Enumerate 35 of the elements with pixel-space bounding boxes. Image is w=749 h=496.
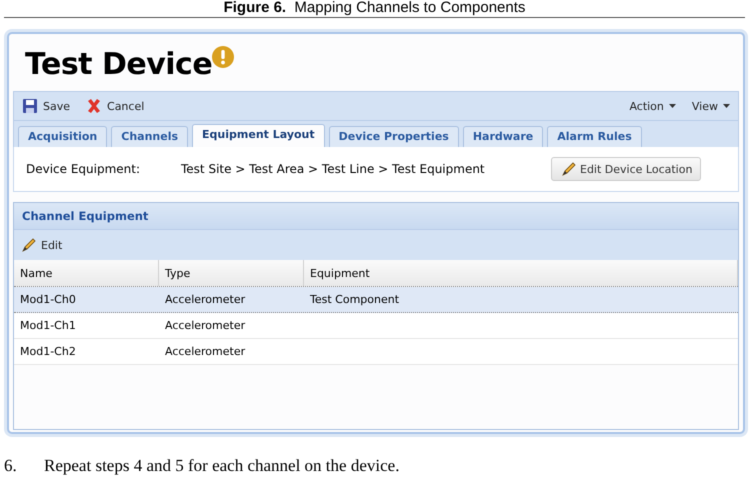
menu-button[interactable]: View [690, 98, 732, 114]
table-cell: Mod1-Ch1 [20, 319, 76, 332]
tab[interactable]: Acquisition [18, 126, 108, 147]
step-text: Repeat steps 4 and 5 for each channel on the device. [44, 456, 400, 476]
column-header[interactable]: Name [14, 260, 159, 286]
table-row[interactable]: Mod1-Ch0 Accelerometer Test Component [14, 287, 738, 313]
tab[interactable]: Equipment Layout [192, 124, 325, 147]
table-cell: Accelerometer [165, 345, 246, 358]
caret-icon [668, 104, 676, 108]
table-cell: Mod1-Ch2 [20, 345, 76, 358]
cross-icon [86, 98, 102, 114]
caret-icon [723, 104, 730, 108]
tab[interactable]: Device Properties [328, 126, 459, 147]
save-button[interactable]: Save [20, 96, 72, 116]
table-cell: Accelerometer [165, 319, 246, 332]
tab[interactable]: Alarm Rules [547, 126, 642, 147]
table-cell: Accelerometer [165, 293, 246, 306]
column-header[interactable]: Type [159, 260, 304, 286]
field-label: Device Equipment: [26, 162, 142, 176]
location-path: Test Site > Test Area > Test Line > Test Equipment [181, 162, 486, 176]
step-number: 6. [4, 456, 18, 476]
figure-caption: Figure 6. Mapping Channels to Components [224, 0, 526, 16]
table-cell: Test Component [310, 293, 400, 306]
panel-header: Channel Equipment [14, 203, 738, 229]
edit-location-button[interactable]: Edit Device Location [551, 157, 702, 181]
menu-button[interactable]: Action [627, 98, 678, 114]
tab[interactable]: Hardware [462, 126, 544, 147]
edit-button[interactable]: Edit [18, 235, 64, 255]
pencil-icon [20, 237, 36, 253]
tab[interactable]: Channels [111, 126, 188, 147]
cancel-button[interactable]: Cancel [84, 96, 146, 116]
column-header[interactable]: Equipment [304, 260, 738, 286]
pencil-icon [560, 161, 576, 177]
table-cell: Mod1-Ch0 [20, 293, 76, 306]
window-title: Test Device [25, 46, 212, 84]
